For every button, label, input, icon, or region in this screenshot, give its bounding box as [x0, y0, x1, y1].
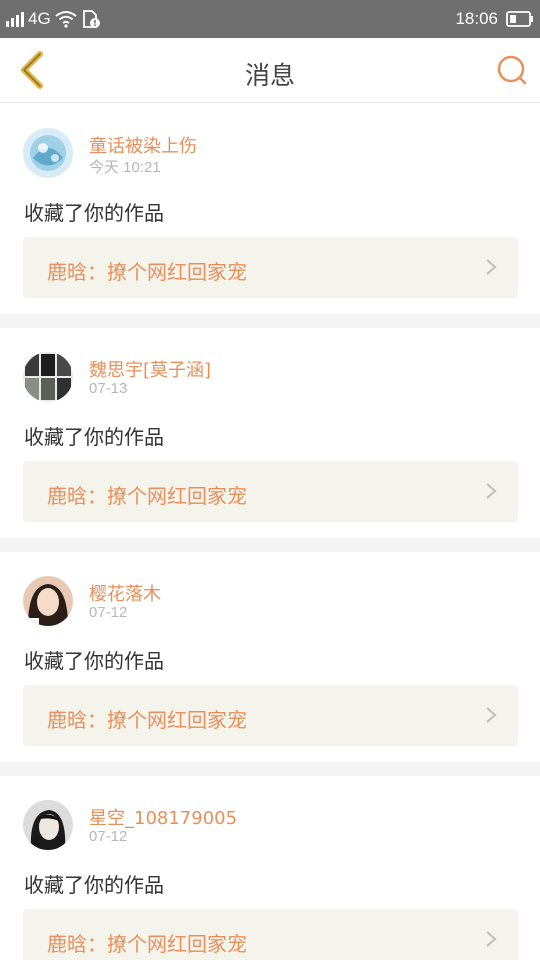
- divider: [0, 538, 540, 552]
- search-button[interactable]: [494, 52, 530, 88]
- chevron-right-icon: [486, 259, 497, 275]
- work-link[interactable]: 鹿晗：撩个网红回家宠: [23, 237, 518, 298]
- username[interactable]: 星空_108179005: [89, 804, 237, 830]
- message-list: 童话被染上伤 今天 10:21 收藏了你的作品 鹿晗：撩个网红回家宠 魏思宇[莫…: [0, 104, 540, 960]
- work-title: 鹿晗：撩个网红回家宠: [47, 484, 247, 508]
- sim-alert-icon: [82, 10, 100, 28]
- status-bar: 4G 18:06: [0, 0, 540, 38]
- action-text: 收藏了你的作品: [24, 649, 164, 673]
- timestamp: 07-12: [89, 828, 128, 845]
- page-title: 消息: [244, 61, 295, 90]
- timestamp: 07-13: [89, 380, 128, 397]
- search-icon: [497, 55, 527, 85]
- status-right: 18:06: [455, 8, 534, 30]
- work-title: 鹿晗：撩个网红回家宠: [47, 260, 247, 284]
- divider: [0, 314, 540, 328]
- message-item: 魏思宇[莫子涵] 07-13 收藏了你的作品 鹿晗：撩个网红回家宠: [0, 328, 540, 538]
- network-type: 4G: [28, 9, 51, 28]
- work-link[interactable]: 鹿晗：撩个网红回家宠: [23, 685, 518, 746]
- avatar[interactable]: [23, 128, 73, 178]
- avatar[interactable]: [23, 352, 73, 402]
- message-item: 樱花落木 07-12 收藏了你的作品 鹿晗：撩个网红回家宠: [0, 552, 540, 762]
- status-left: 4G: [6, 8, 101, 30]
- chevron-right-icon: [486, 931, 497, 947]
- message-item: 童话被染上伤 今天 10:21 收藏了你的作品 鹿晗：撩个网红回家宠: [0, 104, 540, 314]
- work-link[interactable]: 鹿晗：撩个网红回家宠: [23, 461, 518, 522]
- timestamp: 今天 10:21: [89, 159, 161, 176]
- work-link[interactable]: 鹿晗：撩个网红回家宠: [23, 909, 518, 960]
- action-text: 收藏了你的作品: [24, 873, 164, 897]
- wifi-icon: [55, 11, 77, 28]
- username[interactable]: 樱花落木: [89, 580, 161, 606]
- username[interactable]: 童话被染上伤: [89, 132, 197, 158]
- chevron-right-icon: [486, 483, 497, 499]
- signal-icon: [6, 11, 24, 27]
- action-text: 收藏了你的作品: [24, 201, 164, 225]
- timestamp: 07-12: [89, 604, 128, 621]
- work-title: 鹿晗：撩个网红回家宠: [47, 708, 247, 732]
- work-title: 鹿晗：撩个网红回家宠: [47, 932, 247, 956]
- clock: 18:06: [455, 9, 498, 28]
- action-text: 收藏了你的作品: [24, 425, 164, 449]
- username[interactable]: 魏思宇[莫子涵]: [89, 356, 211, 382]
- divider: [0, 762, 540, 776]
- chevron-right-icon: [486, 707, 497, 723]
- message-item: 星空_108179005 07-12 收藏了你的作品 鹿晗：撩个网红回家宠: [0, 776, 540, 960]
- battery-icon: [506, 11, 533, 27]
- avatar[interactable]: [23, 576, 73, 626]
- app-header: 消息: [0, 38, 540, 103]
- avatar[interactable]: [23, 800, 73, 850]
